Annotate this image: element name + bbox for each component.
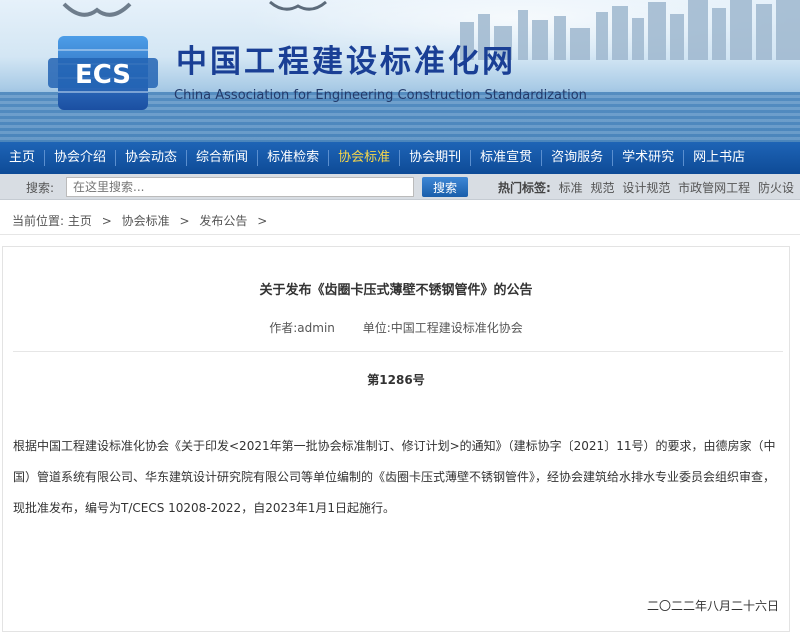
article-unit: 单位:中国工程建设标准化协会 [362,321,523,335]
hot-tag-link[interactable]: 设计规范 [622,181,670,195]
breadcrumb-association-standards[interactable]: 协会标准 [122,214,170,228]
nav-item-about[interactable]: 协会介绍 [45,142,115,174]
nav-item-bookstore[interactable]: 网上书店 [684,142,754,174]
breadcrumb: 当前位置: 主页 > 协会标准 > 发布公告 > [12,212,273,229]
search-button[interactable]: 搜索 [422,177,468,197]
nav-item-consulting[interactable]: 咨询服务 [542,142,612,174]
breadcrumb-separator: > [179,214,190,228]
breadcrumb-announcements[interactable]: 发布公告 [199,214,247,228]
article-divider [13,351,783,352]
nav-item-journal[interactable]: 协会期刊 [400,142,470,174]
hot-tag-link[interactable]: 标准 [559,181,583,195]
breadcrumb-separator: > [257,214,268,228]
breadcrumb-separator: > [101,214,112,228]
nav-item-association-standards[interactable]: 协会标准 [329,142,399,174]
article-meta: 作者:admin 单位:中国工程建设标准化协会 [3,319,789,336]
breadcrumb-prefix: 当前位置: [12,214,65,228]
search-bar: 搜索: 搜索 热门标签: 标准 规范 设计规范 市政管网工程 防火设 [0,174,800,200]
svg-text:ECS: ECS [75,60,131,90]
seagull-icon [269,0,327,11]
header-banner: ECS 中国工程建设标准化网 China Association for Eng… [0,0,800,142]
nav-item-news[interactable]: 协会动态 [116,142,186,174]
nav-item-general-news[interactable]: 综合新闻 [187,142,257,174]
nav-item-promotion[interactable]: 标准宣贯 [471,142,541,174]
article-date: 二〇二二年八月二十六日 [646,599,779,613]
hot-tags: 热门标签: 标准 规范 设计规范 市政管网工程 防火设 [498,179,794,196]
breadcrumb-home[interactable]: 主页 [68,214,92,228]
hot-tag-link[interactable]: 市政管网工程 [678,181,750,195]
nav-item-standard-search[interactable]: 标准检索 [258,142,328,174]
hot-tags-label: 热门标签: [498,181,551,195]
seagull-icon [62,2,132,17]
site-title: 中国工程建设标准化网 [176,44,516,80]
hot-tag-link[interactable]: 防火设 [758,181,794,195]
divider [0,234,800,235]
article-body: 根据中国工程建设标准化协会《关于印发<2021年第一批协会标准制订、修订计划>的… [13,439,776,515]
article-panel: 关于发布《齿圈卡压式薄壁不锈钢管件》的公告 作者:admin 单位:中国工程建设… [2,246,790,632]
nav-item-research[interactable]: 学术研究 [613,142,683,174]
nav-item-home[interactable]: 主页 [0,142,44,174]
search-label: 搜索: [26,181,55,195]
hot-tag-link[interactable]: 规范 [590,181,614,195]
article-title: 关于发布《齿圈卡压式薄壁不锈钢管件》的公告 [259,283,533,298]
main-nav: 主页 协会介绍 协会动态 综合新闻 标准检索 协会标准 协会期刊 标准宣贯 咨询… [0,142,800,174]
search-input[interactable] [66,177,414,197]
ecs-logo[interactable]: ECS [44,30,162,116]
document-number: 第1286号 [367,373,425,387]
article-author: 作者:admin [269,321,335,335]
site-subtitle: China Association for Engineering Constr… [174,88,587,103]
